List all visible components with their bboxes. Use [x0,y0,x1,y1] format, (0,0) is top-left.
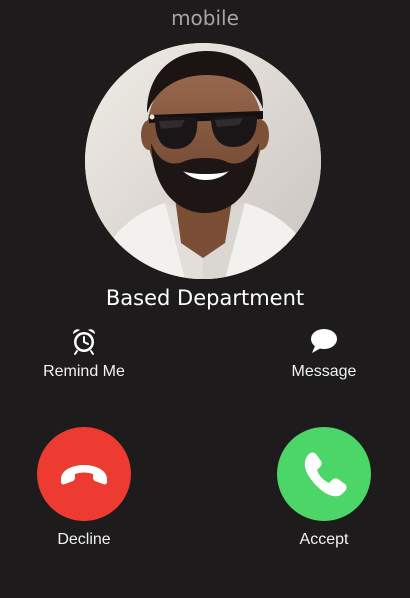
message-button[interactable]: Message [254,326,394,381]
caller-avatar [85,43,321,279]
call-type-label: mobile [171,6,239,30]
remind-me-button[interactable]: Remind Me [14,326,154,381]
decline-button[interactable]: Decline [14,427,154,549]
accept-label: Accept [299,531,349,548]
caller-name: Based Department [105,286,305,310]
incoming-call-screen: mobile Based Department Remind Me Messag… [0,0,410,598]
message-label: Message [291,363,357,380]
alarm-clock-icon [73,329,95,355]
accept-circle[interactable] [277,427,371,521]
decline-circle[interactable] [37,427,131,521]
accept-button[interactable]: Accept [254,427,394,549]
remind-me-label: Remind Me [43,363,125,380]
speech-bubble-icon [311,329,337,353]
decline-label: Decline [57,531,111,548]
hang-up-phone-icon [61,465,107,485]
phone-icon [304,452,347,497]
